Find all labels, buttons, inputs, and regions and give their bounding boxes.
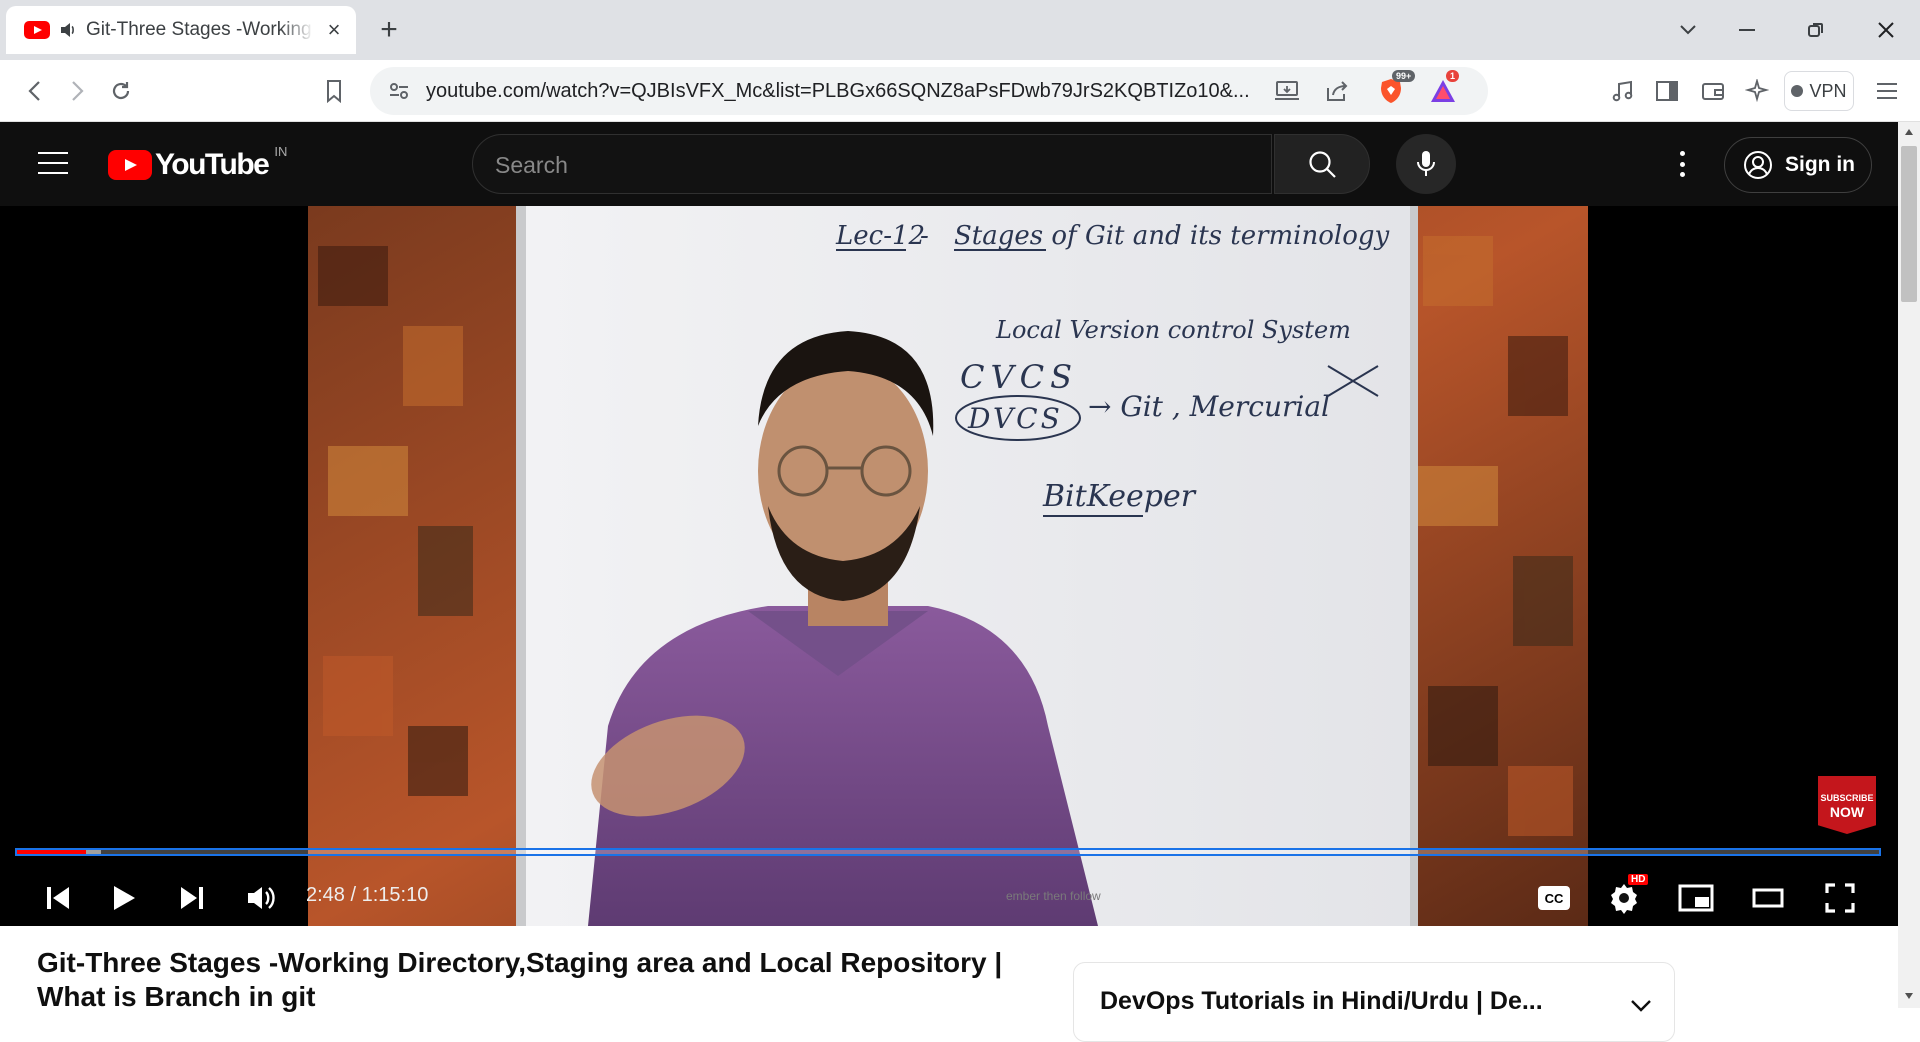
subscribe-now-overlay[interactable]: SUBSCRIBE NOW — [1818, 776, 1876, 834]
url-text: youtube.com/watch?v=QJBIsVFX_Mc&list=PLB… — [426, 80, 1250, 102]
whiteboard-dvcs-text: DVCS — [967, 402, 1063, 435]
leo-ai-icon[interactable] — [1740, 74, 1774, 108]
country-code: IN — [274, 143, 288, 159]
youtube-favicon-icon — [24, 21, 50, 39]
skip-previous-icon — [47, 887, 69, 909]
play-button[interactable] — [96, 870, 152, 926]
subscribe-overlay-line1: SUBSCRIBE — [1820, 793, 1874, 803]
mute-button[interactable] — [234, 870, 290, 926]
browser-menu-icon[interactable] — [1870, 74, 1904, 108]
video-frame[interactable]: Lec-12 - Stages of Git and its terminolo… — [308, 206, 1588, 926]
volume-icon — [248, 887, 275, 909]
progress-bar[interactable] — [15, 848, 1881, 856]
tab-search-chevron-icon[interactable] — [1658, 8, 1718, 52]
closed-captions-icon: CC — [1538, 886, 1570, 910]
miniplayer-icon — [1678, 884, 1714, 912]
played-bar — [17, 850, 86, 854]
wallet-icon[interactable] — [1696, 74, 1730, 108]
gear-icon — [1611, 884, 1637, 914]
playlist-expand-chevron-icon[interactable] — [1630, 999, 1652, 1013]
media-controls-icon[interactable] — [1606, 74, 1640, 108]
hd-badge: HD — [1628, 874, 1649, 885]
subtitles-button[interactable]: CC — [1526, 870, 1582, 926]
browser-tab-strip: Git-Three Stages -Working Directory,Stag… — [0, 0, 1920, 60]
previous-button[interactable] — [30, 870, 86, 926]
youtube-masthead: YouTube IN Search Sign in — [0, 122, 1898, 206]
scroll-up-arrow-icon[interactable] — [1904, 128, 1914, 136]
frame-caption-text: ember then follow — [1006, 889, 1101, 903]
fullscreen-button[interactable] — [1812, 870, 1868, 926]
restore-window-icon[interactable] — [1786, 8, 1846, 52]
minimize-window-icon[interactable] — [1718, 8, 1778, 52]
subscribe-overlay-line2: NOW — [1829, 804, 1865, 820]
whiteboard-dash-text: - — [920, 221, 929, 251]
time-display: 2:48 / 1:15:10 — [306, 884, 429, 906]
search-placeholder: Search — [495, 152, 568, 178]
back-icon[interactable] — [18, 74, 52, 108]
whiteboard-tools-text: → Git , Mercurial — [1088, 390, 1330, 423]
new-tab-button[interactable]: + — [374, 12, 404, 48]
search-input[interactable]: Search — [472, 134, 1272, 194]
whiteboard-lec-text: Lec-12 — [835, 221, 925, 251]
microphone-icon — [1417, 151, 1435, 176]
vpn-status-icon — [1791, 85, 1804, 97]
sign-in-button[interactable]: Sign in — [1724, 137, 1872, 193]
search-icon — [1309, 151, 1336, 178]
miniplayer-button[interactable] — [1668, 870, 1724, 926]
address-bar[interactable]: youtube.com/watch?v=QJBIsVFX_Mc&list=PLB… — [370, 67, 1488, 115]
browser-tab-active[interactable]: Git-Three Stages -Working Directory,Stag… — [6, 6, 356, 54]
scroll-down-arrow-icon[interactable] — [1904, 992, 1914, 1000]
bookmark-icon[interactable] — [317, 74, 351, 108]
playlist-panel[interactable]: DevOps Tutorials in Hindi/Urdu | De... — [1073, 962, 1675, 1042]
site-settings-icon[interactable] — [388, 81, 410, 101]
youtube-logo[interactable]: YouTube IN — [108, 144, 287, 182]
buffered-bar — [85, 850, 101, 854]
video-title: Git-Three Stages -Working Directory,Stag… — [37, 947, 1003, 1012]
whiteboard-line1-text: Local Version control System — [995, 316, 1351, 344]
playlist-title[interactable]: DevOps Tutorials in Hindi/Urdu | De... — [1100, 987, 1600, 1016]
settings-button[interactable]: HD — [1596, 870, 1652, 926]
brave-shields-badge: 99+ — [1392, 70, 1416, 82]
play-icon — [114, 886, 135, 910]
speaker-icon[interactable] — [58, 20, 78, 40]
theater-mode-icon — [1752, 888, 1784, 908]
settings-more-icon[interactable] — [1672, 148, 1692, 180]
youtube-wordmark: YouTube — [155, 148, 270, 181]
tab-close-icon[interactable]: × — [324, 19, 344, 41]
share-icon[interactable] — [1324, 78, 1350, 104]
account-circle-icon — [1744, 151, 1772, 179]
sign-in-label: Sign in — [1785, 153, 1855, 176]
page-scrollbar[interactable] — [1898, 122, 1920, 1008]
youtube-play-logo-icon — [108, 150, 152, 180]
video-player[interactable]: Lec-12 - Stages of Git and its terminolo… — [0, 206, 1898, 926]
whiteboard-heading-text: Stages of Git and its terminology — [954, 221, 1390, 251]
guide-menu-icon[interactable] — [38, 152, 68, 176]
browser-toolbar: youtube.com/watch?v=QJBIsVFX_Mc&list=PLB… — [0, 60, 1920, 122]
brave-shields-icon[interactable]: 99+ — [1374, 70, 1416, 108]
brave-rewards-icon[interactable]: 1 — [1426, 70, 1460, 108]
reload-icon[interactable] — [104, 74, 138, 108]
fullscreen-icon — [1825, 883, 1855, 913]
tab-title: Git-Three Stages -Working Directory,Stag… — [86, 19, 314, 40]
vpn-label: VPN — [1809, 80, 1847, 101]
whiteboard-cvcs-text: CVCS — [960, 358, 1078, 396]
video-frame-image: Lec-12 - Stages of Git and its terminolo… — [308, 206, 1588, 926]
scrollbar-thumb[interactable] — [1901, 146, 1917, 302]
next-button[interactable] — [164, 870, 220, 926]
cast-install-icon[interactable] — [1274, 79, 1300, 103]
svg-text:CC: CC — [1545, 891, 1564, 906]
forward-icon[interactable] — [60, 74, 94, 108]
voice-search-button[interactable] — [1396, 134, 1456, 194]
theater-mode-button[interactable] — [1740, 870, 1796, 926]
brave-rewards-badge: 1 — [1446, 70, 1460, 82]
whiteboard-bitkeeper-text: BitKeeper — [1042, 479, 1197, 514]
skip-next-icon — [181, 887, 203, 909]
vpn-button[interactable]: VPN — [1784, 71, 1854, 111]
close-window-icon[interactable] — [1856, 8, 1916, 52]
search-button[interactable] — [1274, 134, 1370, 194]
sidebar-icon[interactable] — [1650, 74, 1684, 108]
